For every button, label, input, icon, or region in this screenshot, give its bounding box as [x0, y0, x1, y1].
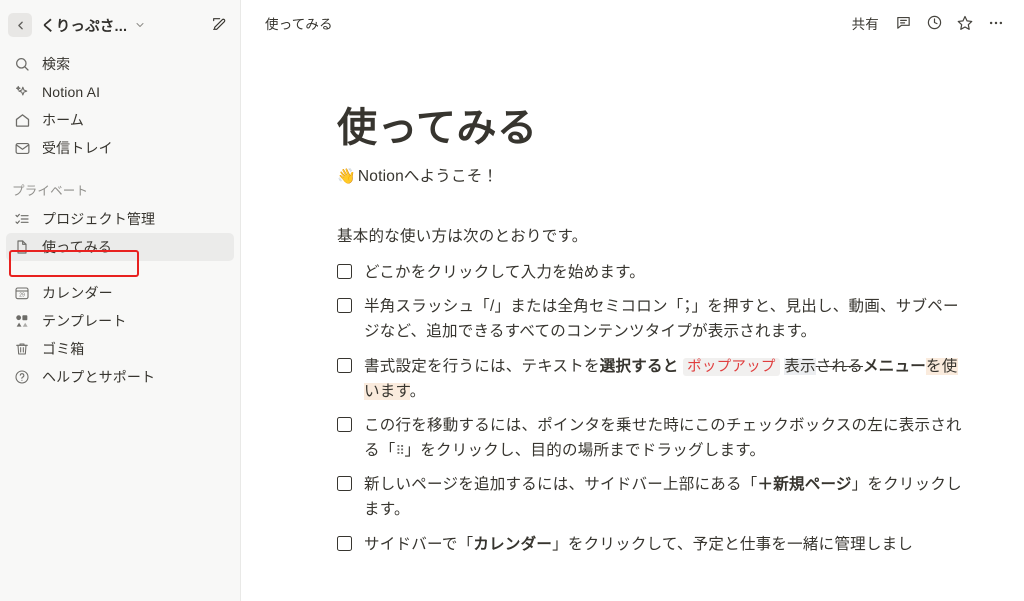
home-icon	[12, 110, 32, 130]
notion-app-window: くりっぷさ... 検索 Notion AI ホーム 受信トレイ プライベート プ…	[0, 0, 1024, 601]
sidebar-item-notion-ai[interactable]: Notion AI	[6, 78, 234, 106]
sidebar-item-label: カレンダー	[42, 285, 113, 301]
workspace-name[interactable]: くりっぷさ...	[41, 15, 127, 36]
new-page-edit-icon[interactable]	[208, 13, 230, 35]
sidebar-private-list: プロジェクト管理 使ってみる	[0, 205, 240, 261]
sidebar: くりっぷさ... 検索 Notion AI ホーム 受信トレイ プライベート プ…	[0, 0, 241, 601]
todo-item: この行を移動するには、ポインタを乗せた時にこのチェックボックスの左に表示される「…	[337, 413, 964, 463]
main-content: 使ってみる 共有 使ってみる 👋 Notionへようこそ！ 基本的な使い方は次の…	[241, 0, 1024, 601]
trash-icon	[12, 339, 32, 359]
todo-list: どこかをクリックして入力を始めます。半角スラッシュ「/」または全角セミコロン「；…	[337, 260, 964, 556]
favorite-star-icon[interactable]	[951, 9, 979, 37]
todo-text[interactable]: サイドバーで「カレンダー」をクリックして、予定と仕事を一緒に管理しまし	[364, 532, 913, 557]
svg-text:29: 29	[19, 293, 25, 299]
todo-text-span: メニュー	[862, 357, 926, 375]
search-icon	[12, 54, 32, 74]
todo-text-span: 書式設定を行うには、テキストを	[364, 357, 600, 375]
todo-text-span: を	[925, 357, 942, 375]
chevron-down-icon[interactable]	[134, 19, 146, 31]
workspace-switcher[interactable]: くりっぷさ...	[8, 10, 232, 40]
todo-text-span: 新しいページを追加するには、サイドバー上部にある「	[364, 476, 758, 494]
todo-item: 新しいページを追加するには、サイドバー上部にある「＋新規ページ」をクリックします…	[337, 472, 964, 522]
topbar: 使ってみる 共有	[241, 0, 1024, 45]
welcome-text: Notionへようこそ！	[357, 168, 499, 186]
todo-item: どこかをクリックして入力を始めます。	[337, 260, 964, 285]
calendar-29-icon: 29	[12, 283, 32, 303]
comment-icon[interactable]	[889, 9, 917, 37]
sidebar-item-label: ヘルプとサポート	[42, 369, 156, 385]
sidebar-item-label: ゴミ箱	[42, 341, 85, 357]
sidebar-item-trash[interactable]: ゴミ箱	[6, 335, 234, 363]
todo-text-span: 」をクリックして、予定と仕事を一緒に管理しまし	[552, 535, 914, 553]
welcome-line: 👋 Notionへようこそ！	[337, 164, 964, 186]
todo-text[interactable]: どこかをクリックして入力を始めます。	[364, 260, 645, 285]
sidebar-primary-nav: 検索 Notion AI ホーム 受信トレイ	[0, 50, 240, 162]
todo-checkbox[interactable]	[337, 535, 352, 551]
waving-hand-icon: 👋	[337, 168, 356, 186]
todo-item: 半角スラッシュ「/」または全角セミコロン「；」を押すと、見出し、動画、サブページ…	[337, 294, 964, 344]
sidebar-item-label: テンプレート	[42, 313, 127, 329]
todo-text-span: ＋新規ページ	[757, 476, 852, 494]
sidebar-item-label: 使ってみる	[42, 239, 113, 255]
todo-text[interactable]: この行を移動するには、ポインタを乗せた時にこのチェックボックスの左に表示される「…	[364, 413, 964, 463]
share-button[interactable]: 共有	[845, 9, 886, 37]
sidebar-item-inbox[interactable]: 受信トレイ	[6, 134, 234, 162]
todo-text-span: される	[815, 357, 863, 375]
templates-icon	[12, 311, 32, 331]
todo-text-span: 半角スラッシュ「/」または全角セミコロン「；」を押すと、見出し、動画、サブページ…	[364, 298, 959, 341]
sidebar-item-label: プロジェクト管理	[42, 211, 156, 227]
sidebar-item-label: Notion AI	[42, 84, 101, 100]
sidebar-item-templates[interactable]: テンプレート	[6, 307, 234, 335]
sidebar-item-project-management[interactable]: プロジェクト管理	[6, 205, 234, 233]
document-icon	[12, 237, 32, 257]
todo-text-span: ⠿	[395, 443, 406, 459]
todo-text-span: サイドバーで「	[364, 535, 474, 553]
document-body: 使ってみる 👋 Notionへようこそ！ 基本的な使い方は次のとおりです。 どこか…	[241, 45, 1024, 557]
help-circle-icon	[12, 367, 32, 387]
todo-text-span: ポップアップ	[683, 357, 780, 376]
chevron-left-icon[interactable]	[8, 13, 32, 37]
page-title[interactable]: 使ってみる	[337, 105, 964, 152]
sidebar-item-label: ホーム	[42, 112, 85, 128]
topbar-actions: 共有	[845, 9, 1010, 37]
sidebar-item-help-support[interactable]: ヘルプとサポート	[6, 363, 234, 391]
sidebar-item-label: 検索	[42, 56, 71, 72]
todo-checkbox[interactable]	[337, 417, 352, 433]
sidebar-item-search[interactable]: 検索	[6, 50, 234, 78]
todo-item: 書式設定を行うには、テキストを選択すると ポップアップ 表示されるメニューを使い…	[337, 354, 964, 405]
todo-checkbox[interactable]	[337, 264, 352, 280]
sidebar-bottom-nav: 29 カレンダー テンプレート ゴミ箱 ヘルプとサポート	[0, 279, 240, 391]
checklist-icon	[12, 209, 32, 229]
sidebar-item-home[interactable]: ホーム	[6, 106, 234, 134]
more-options-icon[interactable]	[982, 9, 1010, 37]
todo-checkbox[interactable]	[337, 476, 352, 492]
todo-text-span: 。	[409, 383, 426, 400]
todo-text[interactable]: 半角スラッシュ「/」または全角セミコロン「；」を押すと、見出し、動画、サブページ…	[364, 294, 964, 344]
sparkle-ai-icon	[12, 82, 32, 102]
sidebar-item-getting-started[interactable]: 使ってみる	[6, 233, 234, 261]
intro-paragraph: 基本的な使い方は次のとおりです。	[337, 228, 588, 246]
todo-checkbox[interactable]	[337, 298, 352, 314]
todo-item: サイドバーで「カレンダー」をクリックして、予定と仕事を一緒に管理しまし	[337, 532, 964, 557]
todo-text-span: どこかをクリックして入力を始めます。	[364, 264, 646, 282]
sidebar-section-private-label: プライベート	[12, 184, 89, 198]
todo-text-span: 表示	[784, 357, 816, 375]
history-clock-icon[interactable]	[920, 9, 948, 37]
sidebar-item-calendar[interactable]: 29 カレンダー	[6, 279, 234, 307]
todo-text-span: 」をクリックし、目的の場所までドラッグします。	[404, 442, 766, 460]
breadcrumb[interactable]: 使ってみる	[265, 13, 333, 33]
sidebar-item-label: 受信トレイ	[42, 140, 113, 156]
todo-text[interactable]: 書式設定を行うには、テキストを選択すると ポップアップ 表示されるメニューを使い…	[364, 354, 964, 405]
todo-text[interactable]: 新しいページを追加するには、サイドバー上部にある「＋新規ページ」をクリックします…	[364, 472, 964, 522]
todo-text-span: カレンダー	[473, 535, 553, 553]
inbox-icon	[12, 138, 32, 158]
todo-text-span: 選択すると	[599, 357, 679, 375]
todo-checkbox[interactable]	[337, 357, 352, 373]
